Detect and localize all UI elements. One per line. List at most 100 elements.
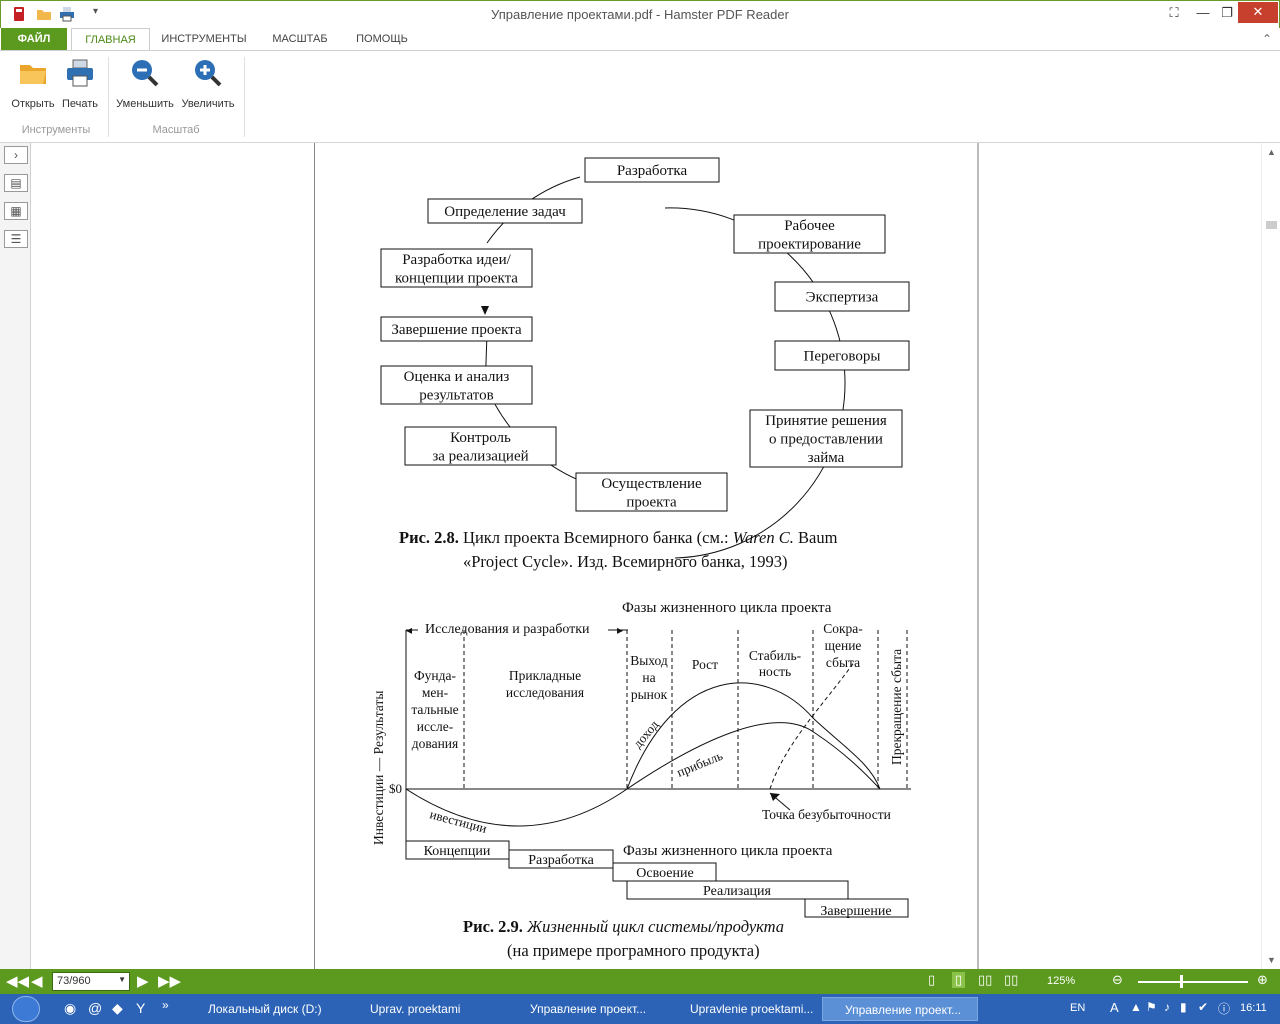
zoom-in-button[interactable]: Увеличить	[178, 57, 238, 110]
svg-text:Сокра-: Сокра-	[823, 621, 863, 636]
svg-text:щение: щение	[825, 638, 862, 653]
zoom-minus-icon[interactable]: ⊖	[1112, 972, 1123, 988]
svg-text:мен-: мен-	[422, 685, 449, 700]
svg-text:Стабиль-: Стабиль-	[749, 648, 802, 663]
zoom-plus-icon[interactable]: ⊕	[1257, 972, 1268, 988]
svg-text:Реализация: Реализация	[703, 884, 772, 899]
close-button[interactable]: ✕	[1238, 2, 1278, 23]
cycle-box-label: Осуществление	[601, 476, 702, 492]
previous-page-icon[interactable]: ◀	[31, 972, 43, 990]
next-page-icon[interactable]: ▶	[137, 972, 149, 990]
tray-up-icon[interactable]: ▲	[1130, 1000, 1142, 1014]
check-icon[interactable]: ✔	[1198, 1000, 1208, 1014]
svg-text:ность: ность	[759, 664, 791, 679]
chrome-icon[interactable]: ◉	[64, 1000, 76, 1017]
open-button[interactable]: Открыть	[8, 57, 58, 110]
lc-income-label: доход	[630, 717, 662, 751]
page-content: Разработка Рабочее проектирование Экспертиз…	[371, 157, 911, 960]
pages-icon[interactable]: ▦	[4, 202, 28, 220]
cycle-box-label: Разработка	[617, 163, 688, 179]
document-view[interactable]: Разработка Рабочее проектирование Экспертиз…	[31, 143, 1261, 969]
yandex-icon[interactable]: Y	[136, 1000, 145, 1016]
flag-icon[interactable]: ⚑	[1146, 1000, 1157, 1014]
thumbnails-icon[interactable]: ▤	[4, 174, 28, 192]
minimize-button[interactable]: —	[1193, 3, 1213, 23]
start-button[interactable]	[12, 996, 40, 1022]
fig29-caption-line2: (на примере програмного продукта)	[507, 941, 760, 960]
language-indicator[interactable]: EN	[1070, 1002, 1085, 1014]
two-page-view-icon[interactable]: ▯▯	[978, 972, 992, 988]
zoom-in-icon	[195, 60, 222, 87]
tab-help[interactable]: ПОМОЩЬ	[346, 28, 418, 51]
single-page-view-icon[interactable]: ▯	[928, 972, 935, 988]
network-icon[interactable]: ▮	[1180, 1000, 1187, 1014]
lc-invest-label: ивестиции	[428, 806, 488, 836]
page-number-value: 73/960	[57, 975, 91, 987]
taskbar-item[interactable]: Управление проект...	[508, 997, 664, 1021]
svg-text:на: на	[642, 670, 655, 685]
tab-tools[interactable]: ИНСТРУМЕНТЫ	[156, 28, 252, 51]
page-dropdown-icon[interactable]: ▼	[118, 975, 126, 984]
cycle-box-label: Переговоры	[804, 349, 881, 365]
page-number-input[interactable]: 73/960 ▼	[52, 972, 130, 991]
tab-zoom[interactable]: МАСШТАБ	[262, 28, 338, 51]
lc-phases-title: Фазы жизненного цикла проекта	[623, 843, 833, 859]
lc-title: Фазы жизненного цикла проекта	[622, 600, 832, 616]
cycle-box-label: Разработка идеи/	[402, 252, 511, 268]
fullscreen-button[interactable]: ⛶	[1164, 3, 1184, 23]
expand-sidebar-icon[interactable]: ›	[4, 146, 28, 164]
last-page-icon[interactable]: ▶▶	[158, 972, 181, 990]
svg-text:Разработка: Разработка	[528, 853, 594, 868]
left-sidebar: › ▤ ▦ ☰	[0, 143, 31, 969]
svg-text:тальные: тальные	[411, 702, 458, 717]
two-page-continuous-icon[interactable]: ▯▯	[1004, 972, 1018, 988]
svg-text:рынок: рынок	[631, 687, 668, 702]
svg-text:Фунда-: Фунда-	[414, 668, 457, 683]
taskbar-item[interactable]: Upravlenie proektami...	[668, 997, 818, 1021]
lc-research-label: Исследования и разработки	[425, 622, 590, 637]
restore-button[interactable]: ❐	[1217, 3, 1237, 23]
ribbon-collapse-icon[interactable]: ⌃	[1262, 32, 1272, 46]
taskbar-item[interactable]: Uprav. proektami	[348, 997, 504, 1021]
tab-home[interactable]: ГЛАВНАЯ	[71, 28, 150, 51]
cycle-box-label: Экспертиза	[806, 290, 879, 306]
scroll-up-icon[interactable]: ▲	[1267, 147, 1276, 157]
group-label-zoom: Масштаб	[152, 124, 200, 136]
app-icon[interactable]: ◆	[112, 1000, 123, 1017]
svg-text:дования: дования	[412, 736, 458, 751]
cycle-box-label: займа	[808, 450, 845, 466]
continuous-view-icon[interactable]: ▯	[952, 972, 966, 988]
clock[interactable]: 16:11	[1240, 1002, 1267, 1014]
taskbar-item-active[interactable]: Управление проект...	[822, 997, 978, 1021]
taskbar-item[interactable]: Локальный диск (D:)	[186, 997, 342, 1021]
more-icon[interactable]: »	[162, 998, 169, 1012]
zoom-out-label: Уменьшить	[116, 98, 174, 110]
zoom-level: 125%	[1047, 975, 1076, 987]
svg-text:Прикладные: Прикладные	[509, 668, 581, 683]
print-button[interactable]: Печать	[58, 57, 102, 110]
ribbon-tabs: ФАЙЛ ГЛАВНАЯ ИНСТРУМЕНТЫ МАСШТАБ ПОМОЩЬ …	[0, 28, 1280, 51]
cycle-box-label: Оценка и анализ	[404, 369, 510, 385]
first-page-icon[interactable]: ◀◀	[6, 972, 29, 990]
tray-a-icon[interactable]: A	[1110, 1000, 1119, 1015]
cycle-box: Контроль за реализацией	[404, 426, 557, 466]
tab-file[interactable]: ФАЙЛ	[1, 28, 67, 51]
lc-right-arrow-icon: ▸	[617, 623, 623, 637]
zoom-slider[interactable]	[1138, 981, 1248, 983]
vertical-scrollbar[interactable]: ▲ ▼	[1261, 143, 1280, 969]
svg-text:Выход: Выход	[630, 653, 668, 668]
bookmarks-icon[interactable]: ☰	[4, 230, 28, 248]
zoom-out-button[interactable]: Уменьшить	[113, 57, 177, 110]
scroll-down-icon[interactable]: ▼	[1267, 955, 1276, 965]
cycle-box-label: Определение задач	[444, 204, 566, 220]
cycle-box-label: Завершение проекта	[391, 322, 522, 338]
info-icon[interactable]: ⓘ	[1218, 1000, 1230, 1017]
cycle-box: Экспертиза	[774, 281, 910, 312]
open-folder-icon	[20, 65, 46, 84]
cycle-box-label: за реализацией	[432, 448, 528, 464]
cycle-box: Разработка	[584, 157, 720, 183]
mail-icon[interactable]: @	[88, 1000, 102, 1016]
scroll-thumb[interactable]	[1266, 221, 1277, 229]
volume-icon[interactable]: ♪	[1164, 1000, 1170, 1014]
zoom-slider-thumb[interactable]	[1180, 975, 1183, 988]
